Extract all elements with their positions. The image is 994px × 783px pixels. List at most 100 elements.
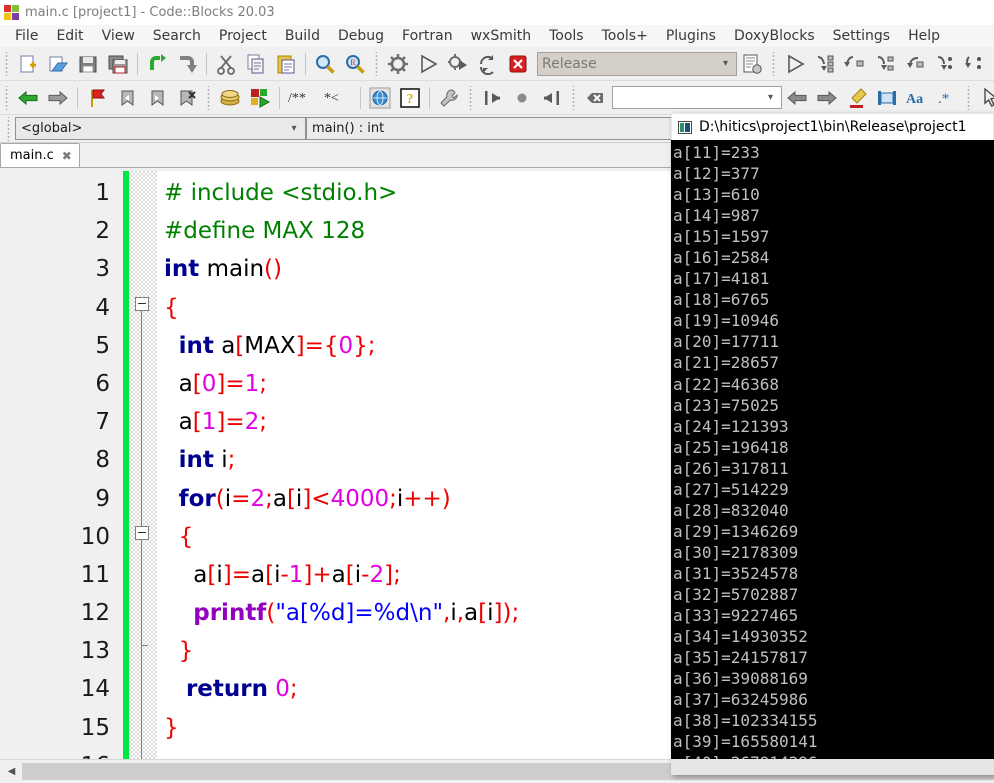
code-token: } bbox=[178, 638, 194, 665]
chevron-down-icon[interactable]: ▾ bbox=[719, 58, 732, 69]
toolbar-grip[interactable] bbox=[3, 85, 10, 110]
help-icon[interactable]: ? bbox=[396, 84, 424, 112]
goto-position-icon[interactable] bbox=[508, 84, 536, 112]
menu-file[interactable]: File bbox=[6, 27, 47, 45]
code-token: i bbox=[213, 447, 228, 474]
toggle-bookmark-icon[interactable] bbox=[83, 84, 111, 112]
redo-icon[interactable] bbox=[173, 50, 201, 78]
debug-run-to-cursor-icon[interactable] bbox=[811, 50, 839, 78]
build-target-value: Release bbox=[542, 55, 597, 72]
chevron-down-icon[interactable]: ▾ bbox=[286, 123, 302, 134]
fold-box-line-4[interactable] bbox=[135, 297, 149, 311]
function-selector[interactable]: main() : int bbox=[306, 117, 687, 140]
debug-step-into-icon[interactable] bbox=[871, 50, 899, 78]
toolbar-grip[interactable] bbox=[965, 85, 972, 110]
menu-project[interactable]: Project bbox=[210, 27, 276, 45]
search-input-combo[interactable]: ▾ bbox=[612, 86, 782, 109]
goto-line-end-icon[interactable] bbox=[538, 84, 566, 112]
code-token: }; bbox=[353, 332, 376, 359]
menu-view[interactable]: View bbox=[93, 27, 144, 45]
chevron-left-icon[interactable]: ◀ bbox=[3, 763, 20, 780]
toolbar-grip[interactable] bbox=[770, 51, 777, 76]
run-icon[interactable] bbox=[414, 50, 442, 78]
console-line: a[13]=610 bbox=[673, 185, 760, 205]
menu-tools[interactable]: Tools bbox=[540, 27, 593, 45]
search-next-icon[interactable] bbox=[813, 84, 841, 112]
debug-step-into-instruction-icon[interactable] bbox=[961, 50, 989, 78]
debug-next-instruction-icon[interactable] bbox=[931, 50, 959, 78]
fold-box-line-10[interactable] bbox=[135, 526, 149, 540]
codeblocks-logo-icon bbox=[4, 4, 19, 20]
toolbar-grip[interactable] bbox=[570, 85, 577, 110]
console-line: a[27]=514229 bbox=[673, 479, 789, 499]
menu-search[interactable]: Search bbox=[144, 27, 210, 45]
toolbar-grip[interactable] bbox=[373, 51, 380, 76]
console-window[interactable]: D:\hitics\project1\bin\Release\project1 … bbox=[671, 113, 994, 775]
open-file-icon[interactable] bbox=[44, 50, 72, 78]
console-line: a[18]=6765 bbox=[673, 290, 770, 310]
build-target-options-icon[interactable] bbox=[738, 50, 766, 78]
fold-margin[interactable] bbox=[129, 171, 157, 760]
comment-block-icon[interactable]: /** bbox=[285, 84, 319, 112]
code-token: a bbox=[164, 370, 193, 397]
toolbar-grip[interactable] bbox=[205, 85, 212, 110]
highlight-icon[interactable] bbox=[843, 84, 871, 112]
search-input[interactable] bbox=[617, 89, 764, 106]
goto-line-start-icon[interactable] bbox=[478, 84, 506, 112]
save-icon[interactable] bbox=[74, 50, 102, 78]
close-icon[interactable]: ✖ bbox=[62, 149, 72, 163]
menu-build[interactable]: Build bbox=[276, 27, 329, 45]
code-token: [ bbox=[286, 485, 296, 512]
cut-icon[interactable] bbox=[212, 50, 240, 78]
pointer-icon[interactable] bbox=[976, 84, 994, 112]
compiler-settings-icon[interactable] bbox=[216, 84, 244, 112]
replace-icon[interactable]: R bbox=[341, 50, 369, 78]
toolbar-grip[interactable] bbox=[467, 85, 474, 110]
code-token: 1 bbox=[244, 370, 260, 397]
build-icon[interactable] bbox=[384, 50, 412, 78]
next-bookmark-icon[interactable] bbox=[143, 84, 171, 112]
undo-icon[interactable] bbox=[143, 50, 171, 78]
forward-arrow-icon[interactable] bbox=[44, 84, 72, 112]
menu-doxyblocks[interactable]: DoxyBlocks bbox=[725, 27, 824, 45]
save-all-icon[interactable] bbox=[104, 50, 132, 78]
new-file-icon[interactable] bbox=[14, 50, 42, 78]
debug-step-out-icon[interactable] bbox=[901, 50, 929, 78]
match-case-icon[interactable]: Aa bbox=[903, 84, 931, 112]
menu-fortran[interactable]: Fortran bbox=[393, 27, 462, 45]
debugger-settings-icon[interactable] bbox=[246, 84, 274, 112]
build-and-run-icon[interactable] bbox=[444, 50, 472, 78]
paste-icon[interactable] bbox=[272, 50, 300, 78]
find-icon[interactable] bbox=[311, 50, 339, 78]
uncomment-block-icon[interactable]: *< bbox=[321, 84, 355, 112]
scope-selector[interactable]: <global> ▾ bbox=[15, 117, 306, 140]
selected-text-icon[interactable] bbox=[873, 84, 901, 112]
menu-edit[interactable]: Edit bbox=[47, 27, 92, 45]
tab-main-c[interactable]: main.c ✖ bbox=[0, 143, 80, 167]
search-previous-icon[interactable] bbox=[783, 84, 811, 112]
rebuild-icon[interactable] bbox=[474, 50, 502, 78]
tools-wrench-icon[interactable] bbox=[435, 84, 463, 112]
regex-icon[interactable]: .* bbox=[933, 84, 961, 112]
clear-bookmarks-icon[interactable] bbox=[173, 84, 201, 112]
menu-help[interactable]: Help bbox=[899, 27, 949, 45]
console-title-bar[interactable]: D:\hitics\project1\bin\Release\project1 bbox=[671, 113, 994, 140]
copy-icon[interactable] bbox=[242, 50, 270, 78]
debug-next-line-icon[interactable] bbox=[841, 50, 869, 78]
menu-wxsmith[interactable]: wxSmith bbox=[462, 27, 541, 45]
menu-plugins[interactable]: Plugins bbox=[657, 27, 725, 45]
clear-search-icon[interactable] bbox=[581, 84, 609, 112]
chevron-down-icon[interactable]: ▾ bbox=[764, 92, 777, 103]
debug-continue-icon[interactable] bbox=[781, 50, 809, 78]
toolbar-grip[interactable] bbox=[3, 51, 10, 76]
menu-tools-plus[interactable]: Tools+ bbox=[593, 27, 657, 45]
back-arrow-icon[interactable] bbox=[14, 84, 42, 112]
menu-settings[interactable]: Settings bbox=[824, 27, 899, 45]
abort-icon[interactable] bbox=[504, 50, 532, 78]
previous-bookmark-icon[interactable] bbox=[113, 84, 141, 112]
toolbar-grip[interactable] bbox=[5, 116, 12, 141]
menu-debug[interactable]: Debug bbox=[329, 27, 393, 45]
html-preview-icon[interactable] bbox=[366, 84, 394, 112]
code-token: ++) bbox=[403, 485, 451, 512]
build-target-combo[interactable]: Release ▾ bbox=[537, 51, 737, 76]
